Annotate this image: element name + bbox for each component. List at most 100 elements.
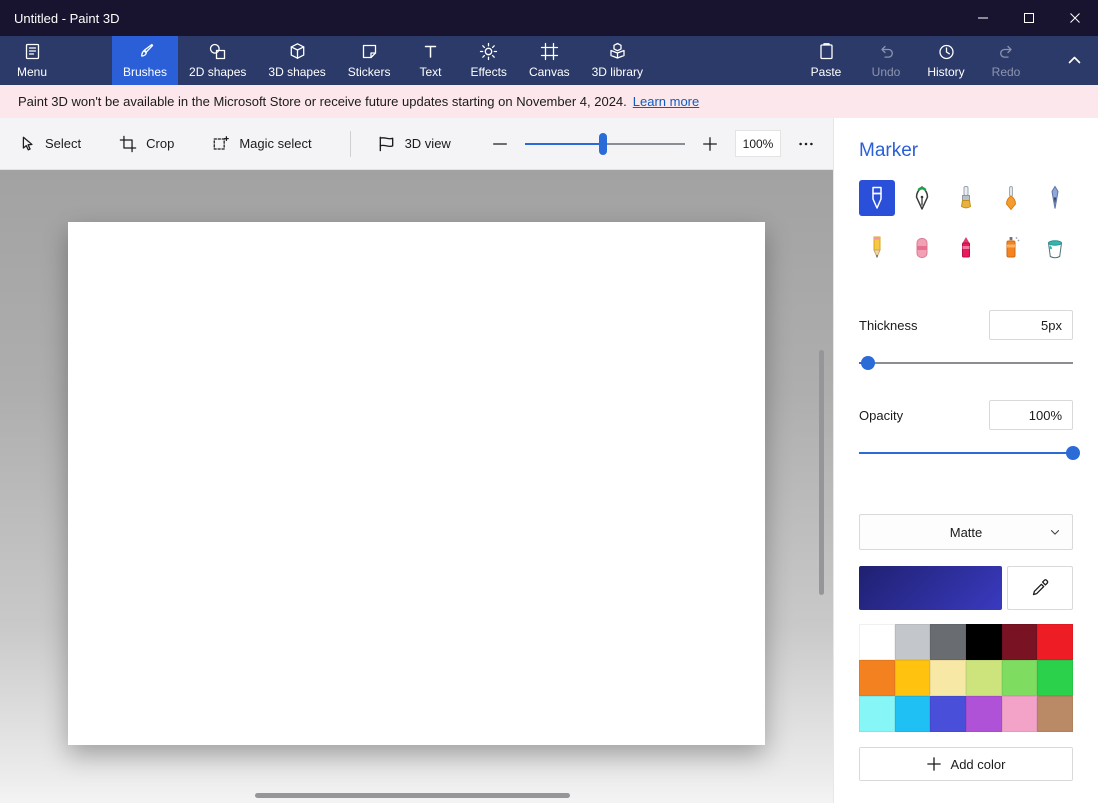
pixel-pen-icon xyxy=(1051,185,1059,209)
tool-pencil[interactable] xyxy=(859,230,895,266)
color-swatch[interactable] xyxy=(859,624,895,660)
current-color-swatch[interactable] xyxy=(859,566,1002,610)
tab-label: Stickers xyxy=(347,65,391,79)
color-swatch[interactable] xyxy=(859,696,895,732)
color-swatch[interactable] xyxy=(966,660,1002,696)
tab-2d-shapes[interactable]: 2D shapes xyxy=(178,36,257,85)
color-swatch[interactable] xyxy=(930,624,966,660)
action-label: Paste xyxy=(810,65,842,79)
color-swatch[interactable] xyxy=(1001,660,1038,696)
zoom-out-button[interactable] xyxy=(491,135,509,153)
collapse-ribbon-button[interactable] xyxy=(1050,36,1098,85)
select-button[interactable]: Select xyxy=(18,135,81,153)
close-button[interactable] xyxy=(1052,0,1098,36)
color-swatch[interactable] xyxy=(1001,696,1038,732)
canvas-area xyxy=(0,170,833,803)
zoom-out-icon xyxy=(493,142,507,145)
canvas-toolbar: Select Crop Magic select 3D view 100% xyxy=(0,118,833,170)
zoom-value-field[interactable]: 100% xyxy=(735,130,781,157)
opacity-slider-handle[interactable] xyxy=(1066,446,1080,460)
learn-more-link[interactable]: Learn more xyxy=(633,94,699,109)
tab-label: Effects xyxy=(470,65,507,79)
tab-label: Canvas xyxy=(528,65,570,79)
select-label: Select xyxy=(45,136,82,151)
tool-pixel-pen[interactable] xyxy=(1037,180,1073,216)
redo-icon xyxy=(999,45,1012,58)
color-swatch[interactable] xyxy=(894,624,931,660)
calligraphy-pen-icon xyxy=(915,186,928,210)
tool-calligraphy-pen[interactable] xyxy=(904,180,940,216)
tab-3d-library[interactable]: 3D library xyxy=(581,36,654,85)
redo-button[interactable]: Redo xyxy=(976,36,1036,85)
tab-text[interactable]: Text xyxy=(401,36,459,85)
eyedropper-button[interactable] xyxy=(1007,566,1073,610)
color-swatch[interactable] xyxy=(1037,660,1073,696)
tab-3d-shapes[interactable]: 3D shapes xyxy=(257,36,336,85)
more-options-button[interactable] xyxy=(797,135,815,153)
menu-label: Menu xyxy=(16,65,48,79)
magic-select-icon xyxy=(213,135,230,150)
horizontal-scrollbar[interactable] xyxy=(255,793,570,798)
color-swatch[interactable] xyxy=(859,660,895,696)
minimize-button[interactable] xyxy=(960,0,1006,36)
zoom-slider-handle[interactable] xyxy=(599,132,608,155)
color-swatch[interactable] xyxy=(966,696,1002,732)
3d-library-icon xyxy=(610,42,625,59)
color-swatch[interactable] xyxy=(894,696,931,732)
thickness-slider[interactable] xyxy=(859,352,1073,374)
tab-canvas[interactable]: Canvas xyxy=(518,36,581,85)
window-title: Untitled - Paint 3D xyxy=(14,10,120,26)
tool-oil-brush[interactable] xyxy=(948,180,984,216)
maximize-button[interactable] xyxy=(1006,0,1052,36)
tool-watercolor[interactable] xyxy=(993,180,1029,216)
crayon-icon xyxy=(962,237,970,258)
color-swatch[interactable] xyxy=(1037,696,1073,732)
opacity-field[interactable]: 100% xyxy=(989,400,1073,430)
banner-message: Paint 3D won't be available in the Micro… xyxy=(18,94,627,109)
tab-brushes[interactable]: Brushes xyxy=(112,36,179,85)
opacity-slider[interactable] xyxy=(859,442,1080,464)
color-swatch[interactable] xyxy=(894,660,931,696)
tool-fill[interactable] xyxy=(1037,230,1073,266)
history-button[interactable]: History xyxy=(916,36,976,85)
zoom-slider[interactable] xyxy=(525,132,685,155)
color-swatch[interactable] xyxy=(1037,624,1073,660)
3d-view-button[interactable]: 3D view xyxy=(377,134,451,153)
action-label: Redo xyxy=(991,65,1021,79)
color-swatch[interactable] xyxy=(966,624,1002,660)
thickness-slider-handle[interactable] xyxy=(860,356,875,370)
minimize-icon xyxy=(978,17,988,19)
crop-icon xyxy=(119,135,137,152)
add-color-button[interactable]: Add color xyxy=(859,747,1073,781)
tool-marker[interactable] xyxy=(859,180,895,216)
undo-button[interactable]: Undo xyxy=(856,36,916,85)
tool-eraser[interactable] xyxy=(904,230,940,266)
vertical-scrollbar[interactable] xyxy=(819,350,824,595)
more-icon xyxy=(799,142,813,145)
finish-value: Matte xyxy=(949,524,983,540)
color-swatch[interactable] xyxy=(930,696,966,732)
paste-button[interactable]: Paste xyxy=(796,36,856,85)
magic-select-button[interactable]: Magic select xyxy=(212,135,312,153)
pencil-icon xyxy=(873,236,881,259)
brush-tools-grid xyxy=(859,180,1073,266)
crop-label: Crop xyxy=(146,136,175,151)
tab-stickers[interactable]: Stickers xyxy=(337,36,402,85)
zoom-in-button[interactable] xyxy=(701,135,719,153)
thickness-label: Thickness xyxy=(859,317,918,333)
color-swatch[interactable] xyxy=(1001,624,1038,660)
crop-button[interactable]: Crop xyxy=(119,135,174,153)
menu-button[interactable]: Menu xyxy=(0,36,64,85)
tool-spray-can[interactable] xyxy=(993,230,1029,266)
panel-title: Marker xyxy=(859,140,919,161)
tab-effects[interactable]: Effects xyxy=(459,36,517,85)
thickness-field[interactable]: 5px xyxy=(989,310,1073,340)
color-swatch[interactable] xyxy=(930,660,966,696)
opacity-slider-fill xyxy=(859,452,1073,454)
tab-label: Text xyxy=(419,65,442,79)
tool-crayon[interactable] xyxy=(948,230,984,266)
update-banner: Paint 3D won't be available in the Micro… xyxy=(0,85,1098,118)
drawing-canvas[interactable] xyxy=(68,222,765,745)
3d-shapes-icon xyxy=(290,43,304,59)
finish-dropdown[interactable]: Matte xyxy=(859,514,1073,550)
